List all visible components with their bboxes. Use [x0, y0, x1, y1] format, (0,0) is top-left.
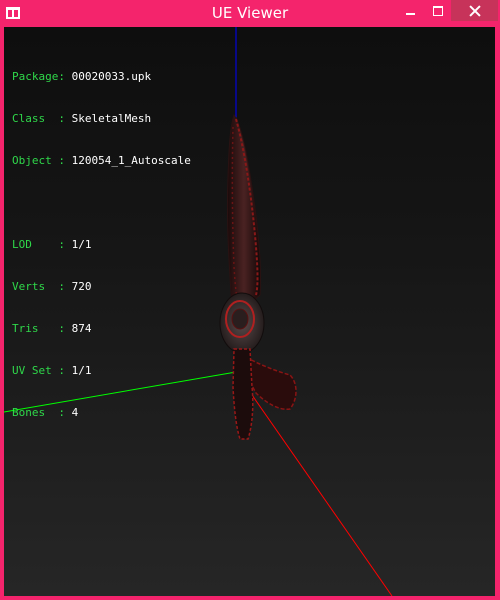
info-uvset: UV Set : 1/1 — [12, 364, 92, 377]
info-verts: Verts : 720 — [12, 280, 92, 293]
maximize-button[interactable] — [424, 0, 451, 21]
minimize-icon — [406, 12, 415, 15]
guard-center — [231, 308, 249, 330]
info-package: Package: 00020033.upk — [12, 70, 152, 83]
maximize-icon — [432, 5, 443, 16]
info-bones: Bones : 4 — [12, 406, 79, 419]
info-class: Class : SkeletalMesh — [12, 112, 152, 125]
mesh-info-overlay: Package: 00020033.upk Class : SkeletalMe… — [12, 42, 191, 448]
handle — [232, 348, 254, 440]
x-axis — [235, 371, 393, 596]
title-bar[interactable]: UE Viewer — [0, 0, 500, 27]
app-icon[interactable] — [6, 7, 20, 19]
info-object: Object : 120054_1_Autoscale — [12, 154, 191, 167]
skeletal-mesh-model — [219, 114, 297, 440]
close-icon — [469, 5, 481, 17]
3d-viewport[interactable]: Package: 00020033.upk Class : SkeletalMe… — [4, 27, 495, 596]
tassel — [245, 355, 297, 411]
minimize-button[interactable] — [397, 0, 424, 21]
info-tris: Tris : 874 — [12, 322, 92, 335]
info-lod: LOD : 1/1 — [12, 238, 92, 251]
info-spacer — [12, 196, 191, 210]
close-button[interactable] — [451, 0, 498, 21]
